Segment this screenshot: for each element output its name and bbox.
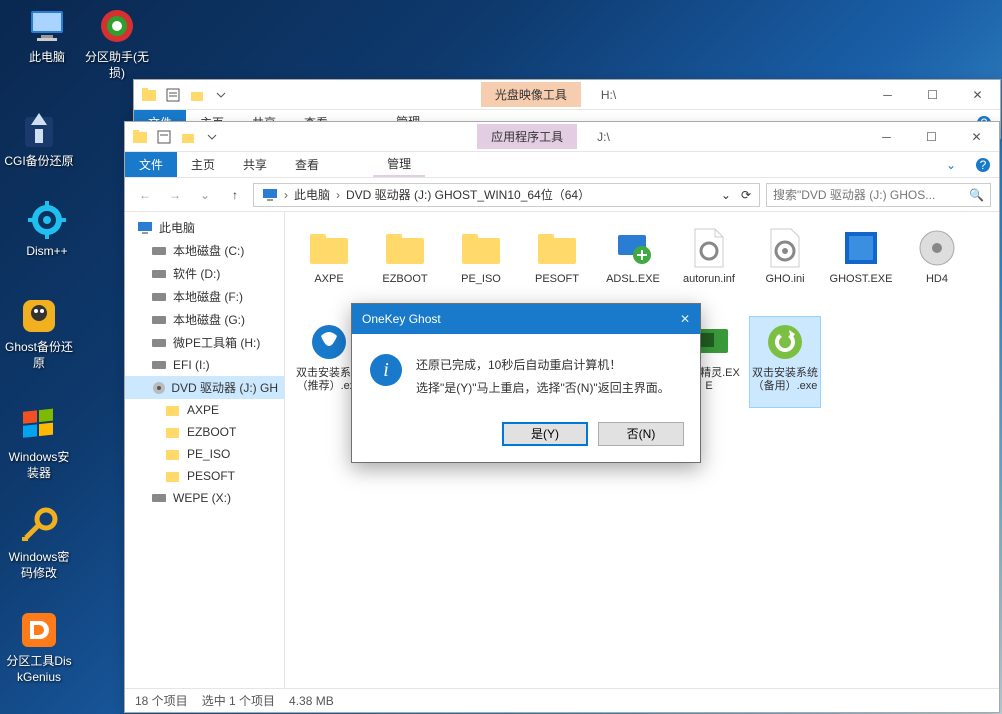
desktop-icon-label: Windows密码修改: [4, 550, 74, 581]
context-tab[interactable]: 应用程序工具: [477, 124, 577, 149]
desktop-icon-win-password[interactable]: Windows密码修改: [4, 506, 74, 581]
tree-subitem[interactable]: PESOFT: [125, 465, 284, 487]
tree-item[interactable]: EFI (I:): [125, 354, 284, 376]
file-folder[interactable]: PE_ISO: [445, 222, 517, 314]
desktop-icon-label: 此电脑: [12, 50, 82, 66]
file-inf[interactable]: autorun.inf: [673, 222, 745, 314]
titlebar[interactable]: 应用程序工具 J:\ ─ ☐ ✕: [125, 122, 999, 152]
refresh-icon[interactable]: ⟳: [737, 186, 755, 204]
nav-recent-dropdown[interactable]: ⌄: [193, 183, 217, 207]
tree-subitem[interactable]: AXPE: [125, 399, 284, 421]
maximize-button[interactable]: ☐: [909, 122, 954, 151]
onekey-ghost-dialog[interactable]: OneKey Ghost ✕ i 还原已完成，10秒后自动重启计算机！ 选择"是…: [351, 303, 701, 463]
ribbon-tab-file[interactable]: 文件: [125, 152, 177, 177]
window-path: H:\: [601, 88, 616, 102]
nav-back[interactable]: ←: [133, 183, 157, 207]
close-button[interactable]: ✕: [954, 122, 999, 151]
nav-tree[interactable]: 此电脑 本地磁盘 (C:) 软件 (D:) 本地磁盘 (F:) 本地磁盘 (G:…: [125, 212, 285, 688]
qat-dropdown[interactable]: [201, 126, 223, 148]
info-icon: i: [370, 354, 402, 386]
tree-item[interactable]: 本地磁盘 (C:): [125, 239, 284, 262]
app-icon[interactable]: [138, 84, 160, 106]
file-exe[interactable]: GHOST.EXE: [825, 222, 897, 314]
tree-item[interactable]: 微PE工具箱 (H:): [125, 331, 284, 354]
breadcrumb[interactable]: › 此电脑 › DVD 驱动器 (J:) GHOST_WIN10_64位（64）…: [253, 183, 760, 207]
desktop-icon-ghost[interactable]: Ghost备份还原: [4, 296, 74, 371]
qat-properties[interactable]: [162, 84, 184, 106]
dialog-titlebar[interactable]: OneKey Ghost ✕: [352, 304, 700, 334]
qat-dropdown[interactable]: [210, 84, 232, 106]
tree-item[interactable]: 本地磁盘 (G:): [125, 308, 284, 331]
dialog-message-2: 选择"是(Y)"马上重启，选择"否(N)"返回主界面。: [416, 377, 670, 400]
no-button[interactable]: 否(N): [598, 422, 684, 446]
desktop-icon-label: 分区助手(无损): [82, 50, 152, 81]
window-path: J:\: [597, 130, 610, 144]
desktop-icon-label: Windows安装器: [4, 450, 74, 481]
desktop-icon-diskgenius[interactable]: 分区工具DiskGenius: [4, 610, 74, 685]
desktop-icon-label: 分区工具DiskGenius: [4, 654, 74, 685]
tree-item-selected[interactable]: DVD 驱动器 (J:) GH: [125, 376, 284, 399]
tree-subitem[interactable]: PE_ISO: [125, 443, 284, 465]
desktop-icon-this-pc[interactable]: 此电脑: [12, 6, 82, 66]
crumb-this-pc[interactable]: 此电脑: [290, 184, 334, 205]
status-count: 18 个项目: [135, 692, 188, 709]
minimize-button[interactable]: ─: [865, 80, 910, 109]
tree-item[interactable]: 软件 (D:): [125, 262, 284, 285]
qat-newfolder[interactable]: [186, 84, 208, 106]
nav-up[interactable]: ↑: [223, 183, 247, 207]
file-exe[interactable]: ADSL.EXE: [597, 222, 669, 314]
ribbon-expand[interactable]: ⌄: [935, 152, 967, 177]
tree-this-pc[interactable]: 此电脑: [125, 216, 284, 239]
minimize-button[interactable]: ─: [864, 122, 909, 151]
chevron-right-icon[interactable]: ›: [284, 188, 288, 202]
qat-newfolder[interactable]: [177, 126, 199, 148]
desktop-icon-label: Ghost备份还原: [4, 340, 74, 371]
file-ini[interactable]: GHO.ini: [749, 222, 821, 314]
tree-subitem[interactable]: EZBOOT: [125, 421, 284, 443]
tree-item[interactable]: WEPE (X:): [125, 487, 284, 509]
desktop-icon-label: Dism++: [12, 244, 82, 260]
crumb-pc-icon[interactable]: [258, 186, 282, 204]
ribbon-tab-home[interactable]: 主页: [177, 152, 229, 177]
maximize-button[interactable]: ☐: [910, 80, 955, 109]
svg-text:?: ?: [980, 158, 987, 172]
search-icon[interactable]: 🔍: [969, 188, 984, 202]
file-folder[interactable]: AXPE: [293, 222, 365, 314]
status-selection: 选中 1 个项目: [202, 692, 275, 709]
ribbon-tab-view[interactable]: 查看: [281, 152, 333, 177]
search-placeholder: 搜索"DVD 驱动器 (J:) GHOS...: [773, 186, 963, 203]
file-folder[interactable]: EZBOOT: [369, 222, 441, 314]
tree-item[interactable]: 本地磁盘 (F:): [125, 285, 284, 308]
ribbon: 文件 主页 共享 查看 管理 ⌄ ?: [125, 152, 999, 178]
nav-forward[interactable]: →: [163, 183, 187, 207]
search-input[interactable]: 搜索"DVD 驱动器 (J:) GHOS... 🔍: [766, 183, 991, 207]
dialog-close-icon[interactable]: ✕: [680, 312, 690, 326]
qat-properties[interactable]: [153, 126, 175, 148]
file-folder[interactable]: PESOFT: [521, 222, 593, 314]
statusbar: 18 个项目 选中 1 个项目 4.38 MB: [125, 688, 999, 712]
chevron-right-icon[interactable]: ›: [336, 188, 340, 202]
crumb-drive[interactable]: DVD 驱动器 (J:) GHOST_WIN10_64位（64）: [342, 184, 594, 205]
dialog-title: OneKey Ghost: [362, 312, 441, 326]
context-tab[interactable]: 光盘映像工具: [481, 82, 581, 107]
desktop-icon-label: CGI备份还原: [4, 154, 74, 170]
help-icon[interactable]: ?: [967, 152, 999, 177]
file-exe[interactable]: HD4: [901, 222, 973, 314]
ribbon-tab-share[interactable]: 共享: [229, 152, 281, 177]
file-exe-selected[interactable]: 双击安装系统（备用）.exe: [749, 316, 821, 408]
yes-button[interactable]: 是(Y): [502, 422, 588, 446]
breadcrumb-dropdown[interactable]: ⌄: [717, 186, 735, 204]
navbar: ← → ⌄ ↑ › 此电脑 › DVD 驱动器 (J:) GHOST_WIN10…: [125, 178, 999, 212]
desktop-icon-win-installer[interactable]: Windows安装器: [4, 406, 74, 481]
app-icon[interactable]: [129, 126, 151, 148]
ribbon-tab-manage[interactable]: 管理: [373, 152, 425, 177]
desktop-icon-cgi-backup[interactable]: CGI备份还原: [4, 110, 74, 170]
close-button[interactable]: ✕: [955, 80, 1000, 109]
desktop-icon-dism[interactable]: Dism++: [12, 200, 82, 260]
titlebar[interactable]: 光盘映像工具 H:\ ─ ☐ ✕: [134, 80, 1000, 110]
dialog-message-1: 还原已完成，10秒后自动重启计算机！: [416, 354, 670, 377]
status-size: 4.38 MB: [289, 694, 334, 708]
desktop-icon-partition-assist[interactable]: 分区助手(无损): [82, 6, 152, 81]
